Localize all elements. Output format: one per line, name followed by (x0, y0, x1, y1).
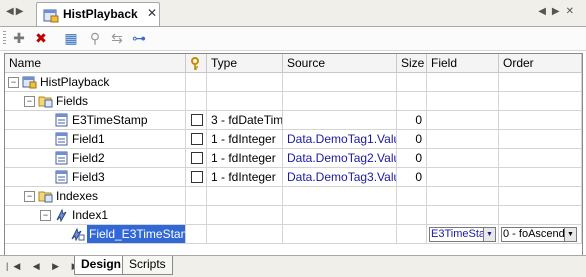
key-checkbox[interactable] (191, 170, 203, 183)
type-cell[interactable]: 1 - fdInteger (207, 149, 283, 168)
field-icon (55, 132, 68, 146)
index-field-icon (71, 227, 85, 241)
fields-grid: Name Type Source Size Field Order − Hist… (4, 53, 583, 256)
chevron-down-icon[interactable]: ▼ (483, 228, 495, 241)
collapse-icon[interactable]: − (40, 210, 51, 221)
col-key[interactable] (186, 54, 207, 73)
grid-header: Name Type Source Size Field Order (5, 54, 582, 73)
row-label: HistPlayback (40, 75, 110, 89)
bottom-tabstrip: |◀ ◀ ▶ ▶| Design Scripts (0, 255, 586, 277)
close-window-icon[interactable]: ✕ (566, 6, 580, 17)
network-icon[interactable]: ⊶ (130, 30, 148, 46)
collapse-icon[interactable]: − (24, 96, 35, 107)
tree-row-fields[interactable]: − Fields (5, 92, 582, 111)
row-label: Fields (56, 94, 89, 108)
field-select-value: E3TimeStar (431, 228, 489, 240)
tab-histplayback[interactable]: HistPlayback ✕ (36, 2, 160, 26)
type-cell[interactable]: 1 - fdInteger (207, 130, 283, 149)
tree-row-index1[interactable]: − Index1 (5, 206, 582, 225)
type-cell[interactable]: 3 - fdDateTime (207, 111, 283, 130)
col-order[interactable]: Order (499, 54, 582, 73)
scroll-left-icon[interactable]: ◀ (538, 6, 552, 17)
row-label: Field1 (72, 132, 105, 146)
tree-row-indexes[interactable]: − Indexes (5, 187, 582, 206)
folder-icon (38, 96, 53, 108)
toolbar: ✚ ✖ ▦ ⚲ ⇆ ⊶ (0, 27, 586, 51)
order-select[interactable]: 0 - foAscendi ▼ (501, 227, 577, 242)
field-icon (55, 170, 68, 184)
link-icon[interactable]: ⚲ (86, 30, 104, 46)
tree-row-field2[interactable]: Field2 1 - fdInteger Data.DemoTag2.Value… (5, 149, 582, 168)
col-size[interactable]: Size (397, 54, 427, 73)
size-cell[interactable]: 0 (397, 149, 427, 168)
row-label: Indexes (56, 189, 99, 203)
tab-title: HistPlayback (63, 7, 138, 21)
folder-icon (38, 191, 53, 203)
source-cell[interactable] (283, 111, 397, 130)
tab-design[interactable]: Design (74, 256, 129, 275)
row-label: E3TimeStamp (72, 113, 148, 127)
tab-prev-icon[interactable]: ◀ (6, 6, 16, 17)
order-select-value: 0 - foAscendi (503, 228, 568, 240)
row-label: Field_E3TimeStamp (87, 225, 185, 243)
key-checkbox[interactable] (191, 151, 203, 164)
source-cell[interactable]: Data.DemoTag1.Value (283, 130, 397, 149)
tree-row-field1[interactable]: Field1 1 - fdInteger Data.DemoTag1.Value… (5, 130, 582, 149)
scroll-right-icon[interactable]: ▶ (552, 6, 566, 17)
tree-row-field3[interactable]: Field3 1 - fdInteger Data.DemoTag3.Value… (5, 168, 582, 187)
field-select[interactable]: E3TimeStar ▼ (429, 227, 496, 242)
tab-next-icon[interactable]: ▶ (16, 6, 26, 17)
window-controls: ◀▶✕ (538, 6, 580, 17)
size-cell[interactable]: 0 (397, 111, 427, 130)
properties-icon[interactable]: ▦ (62, 30, 80, 46)
plus-icon[interactable]: ✚ (10, 30, 28, 46)
collapse-icon[interactable]: − (8, 77, 19, 88)
toolbar-grip[interactable] (3, 31, 6, 46)
tab-close-icon[interactable]: ✕ (147, 6, 157, 20)
col-type[interactable]: Type (207, 54, 283, 73)
key-checkbox[interactable] (191, 132, 203, 145)
database-icon (22, 76, 37, 89)
chevron-down-icon[interactable]: ▼ (564, 228, 576, 241)
connect-icon[interactable]: ⇆ (108, 30, 126, 46)
col-name[interactable]: Name (5, 54, 186, 73)
type-cell[interactable]: 1 - fdInteger (207, 168, 283, 187)
tabstrip-nav[interactable]: ◀▶ (6, 6, 25, 17)
field-icon (55, 113, 68, 127)
size-cell[interactable]: 0 (397, 130, 427, 149)
document-tabstrip: ◀▶ HistPlayback ✕ ◀▶✕ (0, 0, 586, 27)
size-cell[interactable]: 0 (397, 168, 427, 187)
index-icon (56, 208, 67, 222)
tree-row-field-e3timestamp[interactable]: Field_E3TimeStamp E3TimeStar ▼ 0 - foAsc… (5, 225, 582, 244)
key-checkbox[interactable] (191, 113, 203, 126)
col-field[interactable]: Field (427, 54, 499, 73)
delete-icon[interactable]: ✖ (32, 30, 50, 46)
tree-row-histplayback[interactable]: − HistPlayback (5, 73, 582, 92)
row-label: Field3 (72, 170, 105, 184)
key-icon (191, 56, 199, 70)
source-cell[interactable]: Data.DemoTag3.Value (283, 168, 397, 187)
collapse-icon[interactable]: − (24, 191, 35, 202)
tree-row-e3timestamp[interactable]: E3TimeStamp 3 - fdDateTime 0 (5, 111, 582, 130)
database-icon (43, 9, 59, 23)
source-cell[interactable]: Data.DemoTag2.Value (283, 149, 397, 168)
field-icon (55, 151, 68, 165)
row-label: Index1 (72, 208, 109, 222)
row-label: Field2 (72, 151, 105, 165)
col-source[interactable]: Source (283, 54, 397, 73)
tab-scripts[interactable]: Scripts (122, 256, 173, 275)
